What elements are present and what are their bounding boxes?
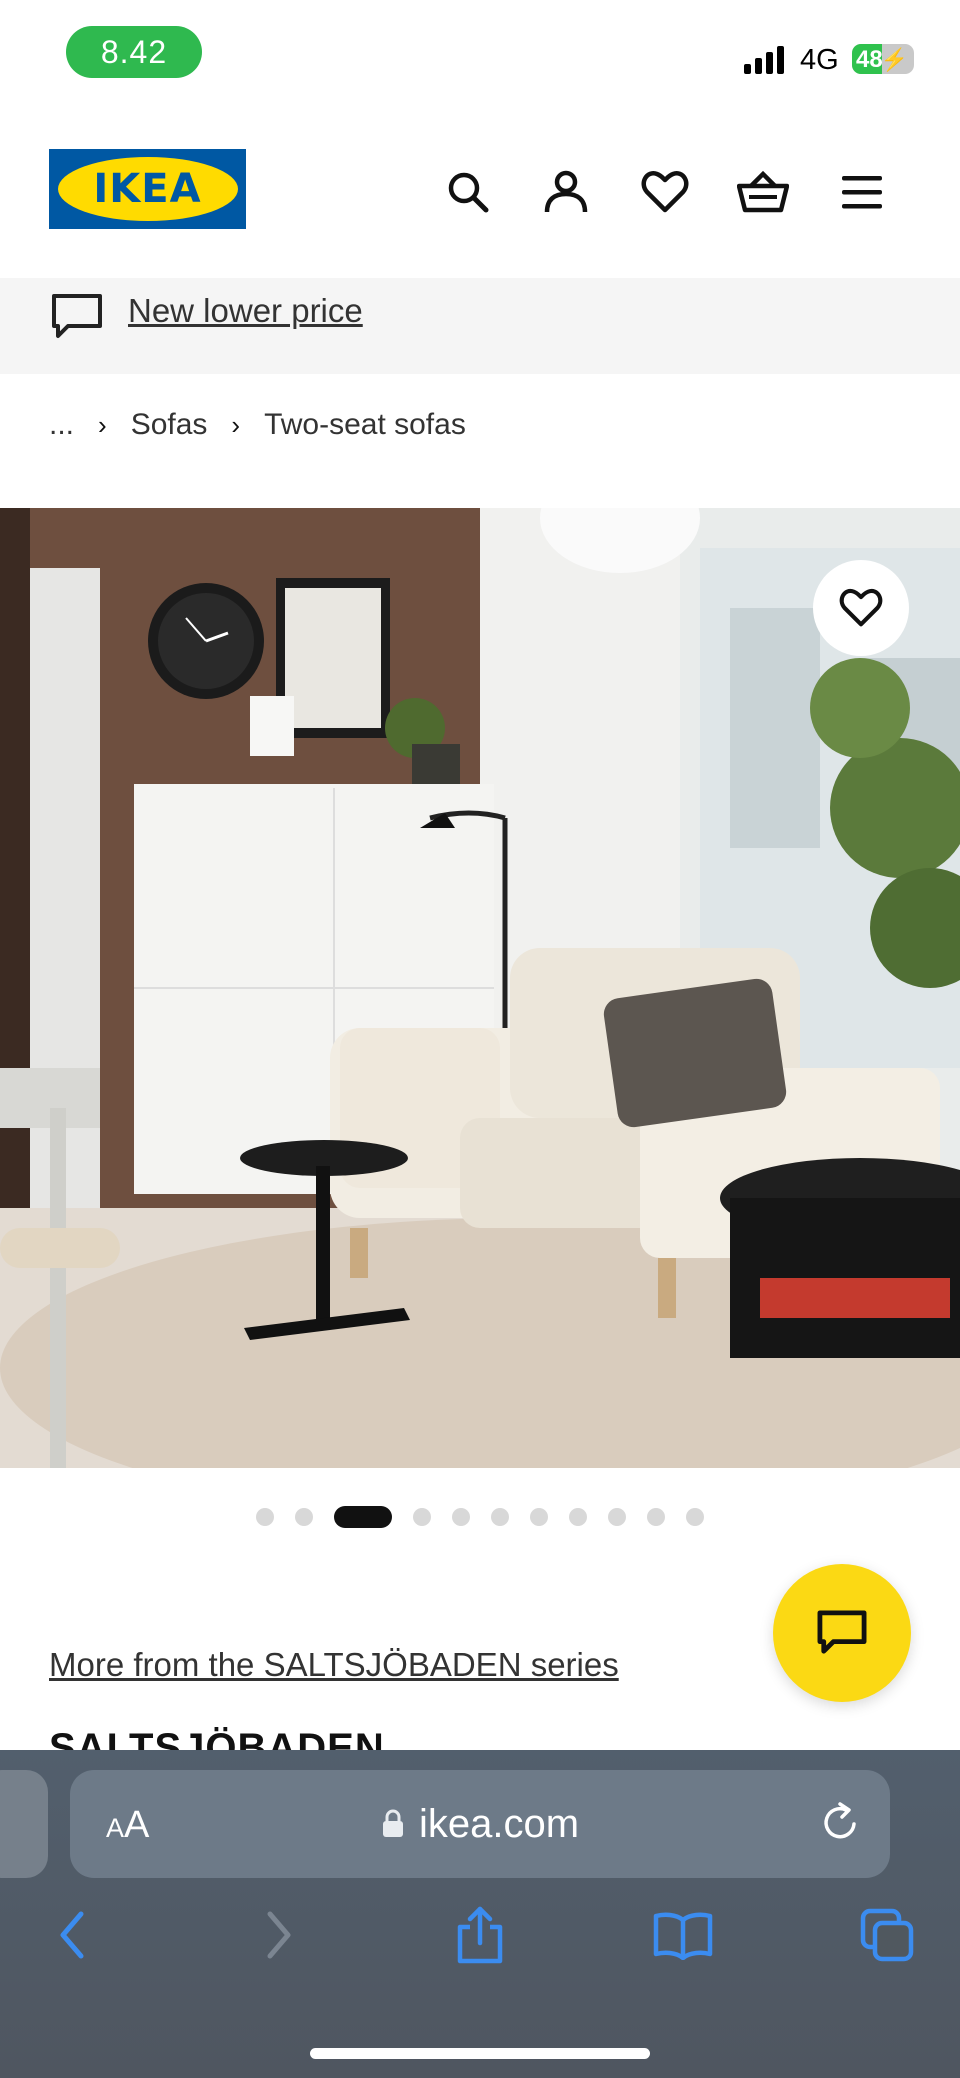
pagination-dot-active[interactable] [334,1506,392,1528]
address-bar[interactable]: AA ikea.com [70,1770,890,1878]
pagination-dot[interactable] [530,1508,548,1526]
forward-icon[interactable] [244,1900,314,1970]
basket-icon[interactable] [733,162,793,222]
breadcrumb: ... › Sofas › Two-seat sofas [49,408,466,442]
pagination-dot[interactable] [413,1508,431,1526]
url-display[interactable]: ikea.com [70,1802,890,1849]
breadcrumb-ellipsis[interactable]: ... [49,408,74,442]
ikea-logo[interactable]: IKEA [49,149,246,229]
domain-text: ikea.com [418,1802,580,1846]
save-favourite-button[interactable] [813,560,909,656]
previous-tab-preview[interactable] [0,1770,48,1878]
back-icon[interactable] [37,1900,107,1970]
chat-icon [817,1610,867,1654]
share-icon[interactable] [445,1900,515,1970]
series-link[interactable]: More from the SALTSJÖBADEN series [49,1646,619,1684]
battery-icon: 48 ⚡ [852,44,914,74]
account-icon[interactable] [536,162,596,222]
pagination-dot[interactable] [452,1508,470,1526]
breadcrumb-two-seat-sofas[interactable]: Two-seat sofas [264,408,466,442]
reload-icon[interactable] [818,1800,862,1849]
heart-icon[interactable] [635,162,695,222]
logo-text: IKEA [93,166,202,212]
chat-button[interactable] [773,1564,911,1702]
pagination-dot[interactable] [686,1508,704,1526]
speech-bubble-icon [50,292,104,347]
image-pagination [0,1506,960,1528]
home-indicator [310,2048,650,2059]
pagination-dot[interactable] [608,1508,626,1526]
lock-icon [381,1804,405,1849]
bookmarks-icon[interactable] [648,1900,718,1970]
breadcrumb-sofas[interactable]: Sofas [131,408,208,442]
browser-toolbar: AA ikea.com [0,1750,960,2078]
search-icon[interactable] [438,162,498,222]
status-time: 8.42 [66,26,202,78]
product-image[interactable] [0,508,960,1468]
promo-banner: New lower price [0,278,960,374]
chevron-right-icon: › [231,409,241,440]
chevron-right-icon: › [98,409,107,440]
network-type: 4G [800,44,839,76]
pagination-dot[interactable] [647,1508,665,1526]
status-bar: 8.42 4G 48 ⚡ [0,0,960,110]
pagination-dot[interactable] [256,1508,274,1526]
pagination-dot[interactable] [491,1508,509,1526]
battery-percent: 48 [856,46,883,73]
pagination-dot[interactable] [569,1508,587,1526]
signal-icon [744,44,784,74]
site-header: IKEA [0,110,960,278]
menu-icon[interactable] [832,162,892,222]
tabs-icon[interactable] [852,1900,922,1970]
pagination-dot[interactable] [295,1508,313,1526]
new-lower-price-link[interactable]: New lower price [128,292,363,330]
